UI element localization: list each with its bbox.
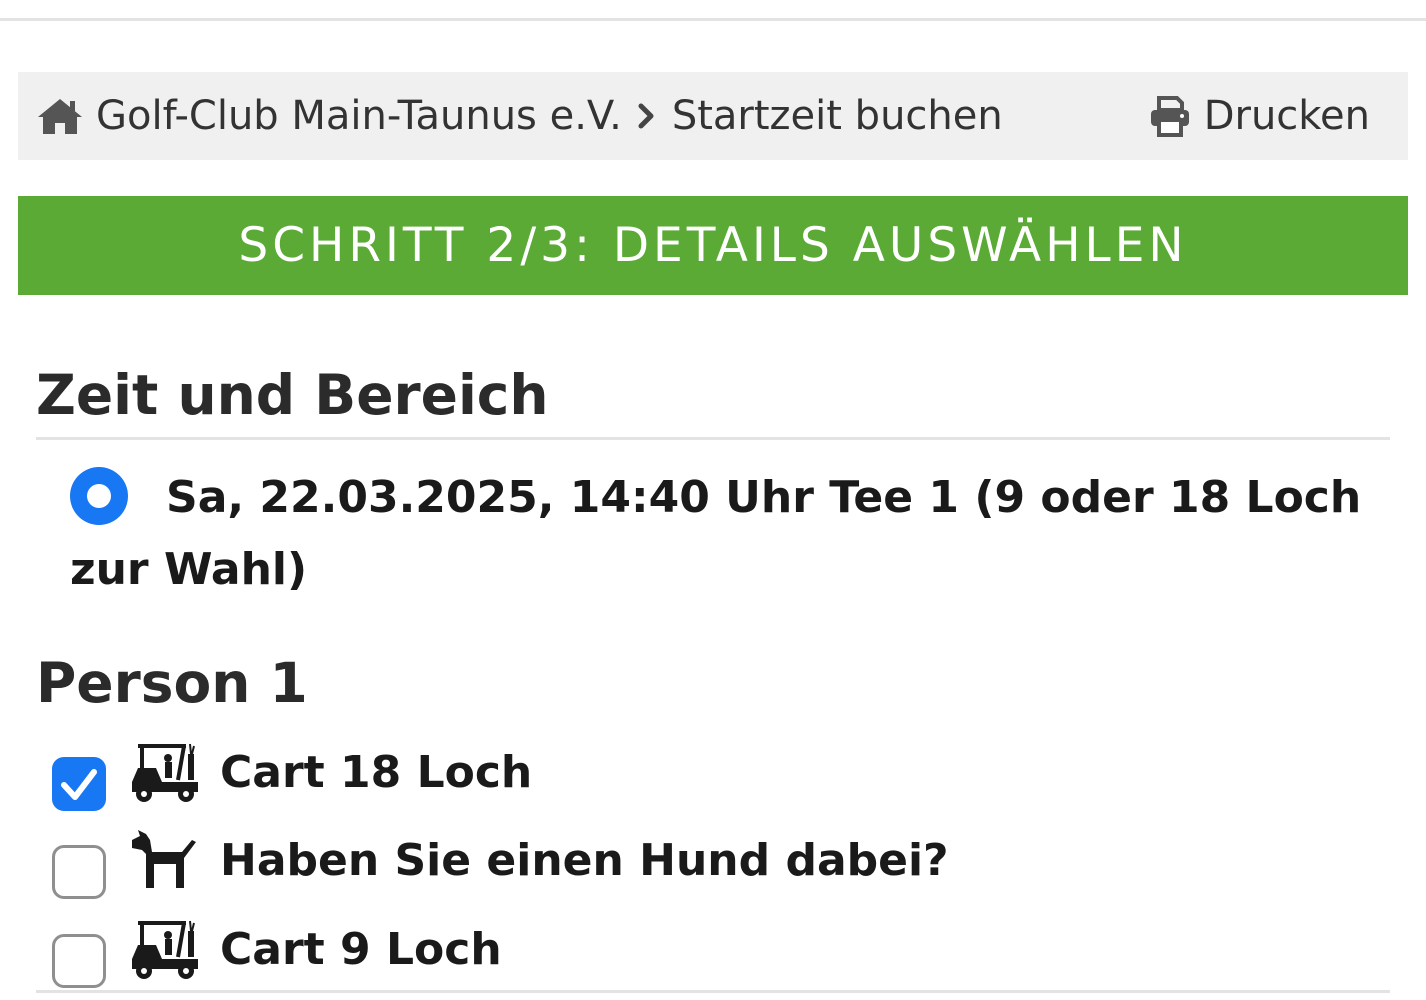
tee-time-radio[interactable] bbox=[70, 467, 128, 525]
golf-cart-icon bbox=[128, 740, 204, 804]
booking-page: Golf-Club Main-Taunus e.V. Startzeit buc… bbox=[0, 0, 1426, 1000]
time-section-heading: Zeit und Bereich bbox=[36, 363, 549, 427]
section-divider bbox=[36, 437, 1390, 440]
dog-label: Haben Sie einen Hund dabei? bbox=[220, 834, 949, 886]
section-divider bbox=[36, 990, 1390, 993]
breadcrumb-club-link[interactable]: Golf-Club Main-Taunus e.V. bbox=[96, 96, 622, 136]
cart-9-checkbox[interactable] bbox=[52, 934, 106, 988]
golf-cart-icon bbox=[128, 917, 204, 981]
dog-icon bbox=[128, 828, 204, 892]
breadcrumb-bar: Golf-Club Main-Taunus e.V. Startzeit buc… bbox=[18, 72, 1408, 160]
breadcrumb-current: Startzeit buchen bbox=[671, 93, 1003, 139]
tee-time-label: Sa, 22.03.2025, 14:40 Uhr Tee 1 (9 oder … bbox=[70, 472, 1362, 595]
printer-icon bbox=[1148, 94, 1192, 138]
breadcrumb: Golf-Club Main-Taunus e.V. Startzeit buc… bbox=[36, 96, 1003, 136]
option-cart-9[interactable]: Cart 9 Loch bbox=[52, 917, 502, 988]
option-dog[interactable]: Haben Sie einen Hund dabei? bbox=[52, 828, 949, 899]
home-icon[interactable] bbox=[36, 96, 84, 136]
step-title: SCHRITT 2/3: DETAILS AUSWÄHLEN bbox=[238, 218, 1188, 273]
step-banner: SCHRITT 2/3: DETAILS AUSWÄHLEN bbox=[18, 196, 1408, 295]
option-cart-18[interactable]: Cart 18 Loch bbox=[52, 740, 533, 811]
tee-time-option[interactable]: Sa, 22.03.2025, 14:40 Uhr Tee 1 (9 oder … bbox=[70, 462, 1370, 606]
chevron-right-icon bbox=[636, 100, 658, 132]
top-divider bbox=[0, 18, 1426, 21]
dog-checkbox[interactable] bbox=[52, 845, 106, 899]
person-section-heading: Person 1 bbox=[36, 651, 308, 715]
print-label: Drucken bbox=[1203, 93, 1370, 139]
cart-18-checkbox[interactable] bbox=[52, 757, 106, 811]
cart-18-label: Cart 18 Loch bbox=[220, 746, 533, 798]
print-button[interactable]: Drucken bbox=[1148, 94, 1370, 138]
cart-9-label: Cart 9 Loch bbox=[220, 923, 502, 975]
